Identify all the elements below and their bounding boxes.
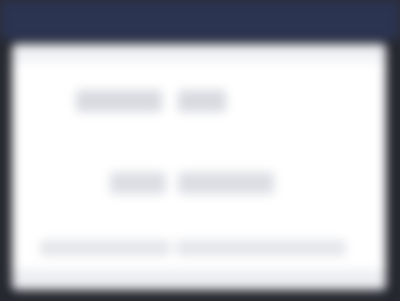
- heading-text-part2: [178, 90, 226, 112]
- body-text-part1: [110, 172, 166, 194]
- heading-text-part1: [76, 90, 162, 112]
- body-text-part2: [178, 172, 274, 194]
- dialog-window: [12, 44, 386, 290]
- window-header: [12, 44, 386, 62]
- footer-text-part1: [40, 240, 170, 256]
- footer-text-part2: [176, 240, 346, 256]
- blurred-screen: [0, 0, 400, 301]
- window-footer: [12, 270, 386, 290]
- title-bar: [0, 0, 400, 40]
